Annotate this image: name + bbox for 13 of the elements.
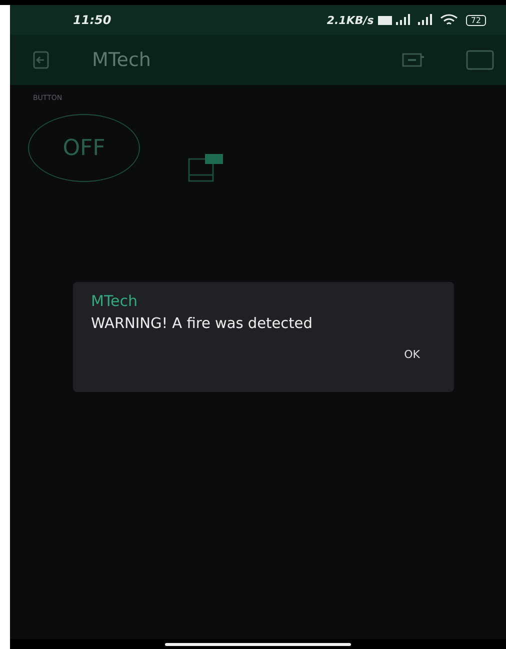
network-speed: 2.1KB/s bbox=[326, 14, 374, 26]
status-time: 11:50 bbox=[73, 13, 112, 27]
notification-icon[interactable] bbox=[188, 154, 224, 182]
app-title: MTech bbox=[92, 49, 152, 71]
signal-icon bbox=[378, 14, 412, 26]
wifi-icon bbox=[440, 14, 458, 26]
battery-level: 72 bbox=[466, 14, 486, 26]
dialog-message: WARNING! A fire was detected bbox=[91, 316, 314, 332]
ok-button[interactable]: OK bbox=[388, 346, 436, 363]
device-icon[interactable] bbox=[402, 52, 426, 68]
home-indicator[interactable] bbox=[165, 642, 351, 646]
square-icon[interactable] bbox=[466, 50, 494, 70]
dialog-title: MTech bbox=[91, 292, 139, 310]
